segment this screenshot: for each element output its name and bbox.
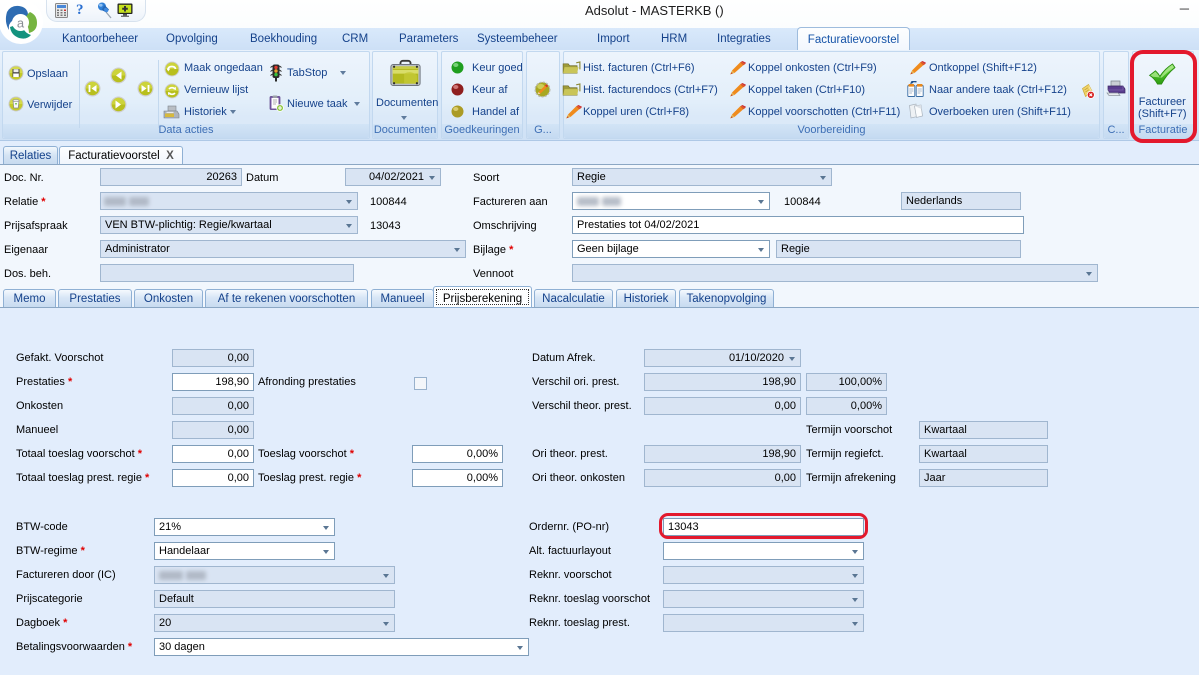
svg-text:a: a	[17, 16, 25, 31]
